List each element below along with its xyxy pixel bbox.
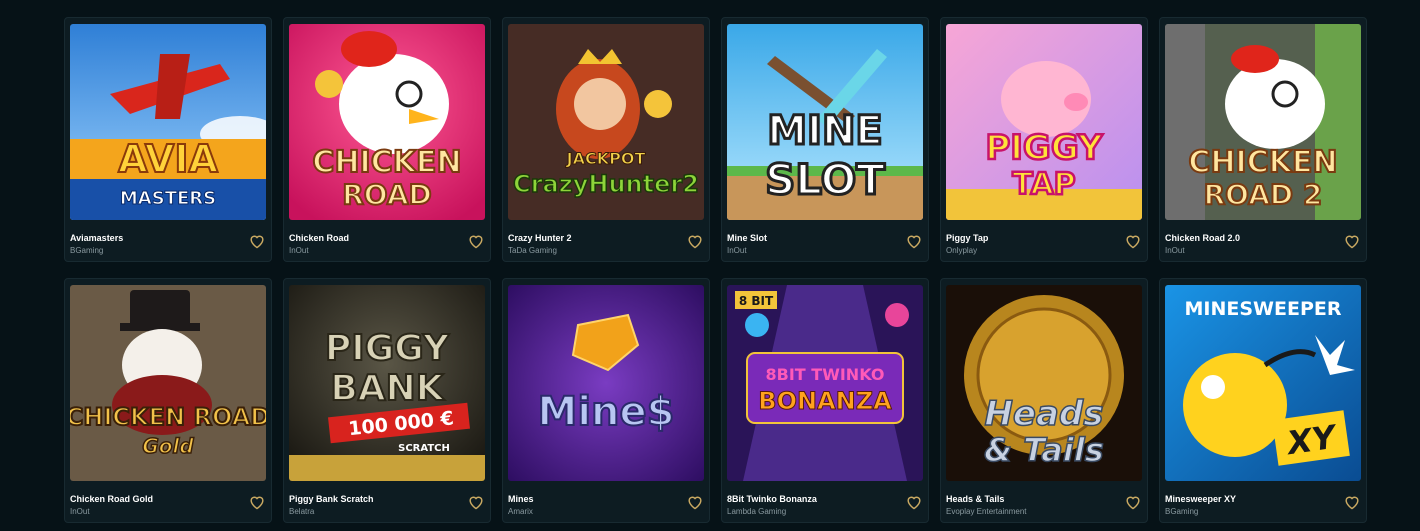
svg-text:Heads: Heads — [984, 394, 1103, 434]
game-provider: InOut — [727, 246, 747, 255]
game-title: Chicken Road Gold — [70, 494, 154, 504]
game-card-mine-slot[interactable]: MINE SLOT Mine Slot InOut — [721, 17, 929, 262]
game-thumbnail[interactable]: Heads & Tails — [946, 285, 1142, 481]
favorite-heart-icon[interactable] — [686, 233, 704, 249]
svg-text:BANK: BANK — [330, 368, 444, 409]
game-provider: Lambda Gaming — [727, 507, 787, 516]
svg-text:8 BIT: 8 BIT — [739, 294, 774, 308]
games-grid: AVIA MASTERS Aviamasters BGaming CHICKEN… — [64, 17, 1367, 523]
game-thumbnail[interactable]: CHICKEN ROAD 2 — [1165, 24, 1361, 220]
game-card-chicken-road-2[interactable]: CHICKEN ROAD 2 Chicken Road 2.0 InOut — [1159, 17, 1367, 262]
game-card-minesweeper-xy[interactable]: MINESWEEPER XY Minesweeper XY BGaming — [1159, 278, 1367, 523]
svg-text:ROAD 2: ROAD 2 — [1204, 178, 1323, 211]
game-title: Piggy Tap — [946, 233, 989, 243]
favorite-heart-icon[interactable] — [1343, 233, 1361, 249]
svg-text:CHICKEN: CHICKEN — [1188, 145, 1337, 180]
game-title: Aviamasters — [70, 233, 124, 243]
svg-text:TAP: TAP — [1012, 167, 1075, 202]
game-title: Heads & Tails — [946, 494, 1005, 504]
svg-text:MINESWEEPER: MINESWEEPER — [1185, 298, 1342, 320]
game-thumbnail[interactable]: PIGGY BANK 100 000 € SCRATCH — [289, 285, 485, 481]
svg-text:JACKPOT: JACKPOT — [566, 149, 646, 168]
favorite-heart-icon[interactable] — [467, 494, 485, 510]
favorite-heart-icon[interactable] — [248, 494, 266, 510]
game-thumbnail[interactable]: MINE SLOT — [727, 24, 923, 220]
svg-text:CHICKEN: CHICKEN — [312, 145, 461, 180]
game-provider: Evoplay Entertainment — [946, 507, 1027, 516]
game-provider: BGaming — [70, 246, 104, 255]
favorite-heart-icon[interactable] — [905, 233, 923, 249]
game-thumbnail[interactable]: CHICKEN ROAD Gold — [70, 285, 266, 481]
svg-text:Mine$: Mine$ — [538, 389, 675, 435]
game-thumbnail[interactable]: MINESWEEPER XY — [1165, 285, 1361, 481]
game-title: Chicken Road — [289, 233, 350, 243]
svg-text:PIGGY: PIGGY — [325, 328, 450, 369]
favorite-heart-icon[interactable] — [1124, 233, 1142, 249]
game-provider: Belatra — [289, 507, 315, 516]
game-provider: Amarix — [508, 507, 533, 516]
favorite-heart-icon[interactable] — [467, 233, 485, 249]
game-title: Mines — [508, 494, 534, 504]
svg-text:CHICKEN ROAD: CHICKEN ROAD — [70, 403, 266, 431]
svg-text:ROAD: ROAD — [342, 178, 432, 211]
game-thumbnail[interactable]: Mine$ — [508, 285, 704, 481]
game-provider: InOut — [289, 246, 309, 255]
svg-text:XY: XY — [1283, 417, 1340, 462]
game-card-piggy-tap[interactable]: PIGGY TAP Piggy Tap Onlyplay — [940, 17, 1148, 262]
game-card-chicken-road[interactable]: CHICKEN ROAD Chicken Road InOut — [283, 17, 491, 262]
favorite-heart-icon[interactable] — [1343, 494, 1361, 510]
svg-text:PIGGY: PIGGY — [985, 128, 1103, 168]
game-card-mines[interactable]: Mine$ Mines Amarix — [502, 278, 710, 523]
svg-text:MASTERS: MASTERS — [120, 188, 216, 209]
game-title: 8Bit Twinko Bonanza — [727, 494, 817, 504]
game-provider: InOut — [1165, 246, 1185, 255]
game-provider: TaDa Gaming — [508, 246, 557, 255]
game-thumbnail[interactable]: PIGGY TAP — [946, 24, 1142, 220]
svg-text:CrazyHunter2: CrazyHunter2 — [513, 170, 699, 198]
svg-text:Gold: Gold — [142, 434, 194, 458]
game-card-chicken-road-gold[interactable]: CHICKEN ROAD Gold Chicken Road Gold InOu… — [64, 278, 272, 523]
svg-text:AVIA: AVIA — [118, 137, 218, 181]
game-thumbnail[interactable]: CHICKEN ROAD — [289, 24, 485, 220]
game-card-aviamasters[interactable]: AVIA MASTERS Aviamasters BGaming — [64, 17, 272, 262]
game-provider: Onlyplay — [946, 246, 978, 255]
svg-text:& Tails: & Tails — [984, 431, 1104, 469]
game-thumbnail[interactable]: AVIA MASTERS — [70, 24, 266, 220]
game-card-8bit-twinko-bonanza[interactable]: 8 BIT 8BIT TWINKO BONANZA 8Bit Twinko Bo… — [721, 278, 929, 523]
svg-text:SLOT: SLOT — [765, 155, 885, 204]
game-title: Chicken Road 2.0 — [1165, 233, 1241, 243]
game-title: Minesweeper XY — [1165, 494, 1237, 504]
favorite-heart-icon[interactable] — [248, 233, 266, 249]
svg-text:8BIT TWINKO: 8BIT TWINKO — [766, 365, 885, 384]
game-card-piggy-bank-scratch[interactable]: PIGGY BANK 100 000 € SCRATCH Piggy Bank … — [283, 278, 491, 523]
game-title: Crazy Hunter 2 — [508, 233, 572, 243]
game-provider: BGaming — [1165, 507, 1199, 516]
game-title: Piggy Bank Scratch — [289, 494, 374, 504]
game-thumbnail[interactable]: JACKPOT CrazyHunter2 — [508, 24, 704, 220]
game-title: Mine Slot — [727, 233, 767, 243]
favorite-heart-icon[interactable] — [905, 494, 923, 510]
svg-text:BONANZA: BONANZA — [758, 387, 892, 415]
favorite-heart-icon[interactable] — [1124, 494, 1142, 510]
game-card-crazy-hunter-2[interactable]: JACKPOT CrazyHunter2 Crazy Hunter 2 TaDa… — [502, 17, 710, 262]
game-card-heads-and-tails[interactable]: Heads & Tails Heads & Tails Evoplay Ente… — [940, 278, 1148, 523]
svg-text:SCRATCH: SCRATCH — [398, 443, 450, 454]
game-provider: InOut — [70, 507, 90, 516]
favorite-heart-icon[interactable] — [686, 494, 704, 510]
game-thumbnail[interactable]: 8 BIT 8BIT TWINKO BONANZA — [727, 285, 923, 481]
svg-text:MINE: MINE — [767, 108, 883, 154]
